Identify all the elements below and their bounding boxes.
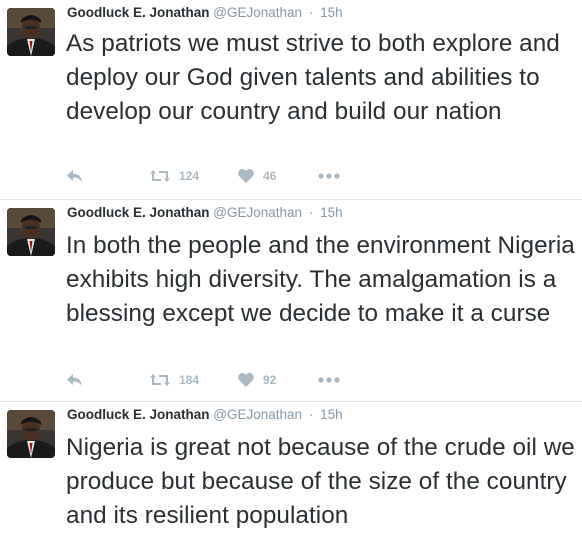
more-button[interactable] [318, 370, 340, 390]
retweet-count: 124 [179, 169, 200, 183]
tweet-feed: Goodluck E. Jonathan @GEJonathan · 15h A… [0, 0, 582, 536]
tweet-text: As patriots we must strive to both explo… [66, 30, 560, 125]
author-name[interactable]: Goodluck E. Jonathan [67, 205, 210, 220]
timestamp[interactable]: 15h [320, 205, 343, 220]
more-button[interactable] [318, 166, 340, 186]
like-count: 46 [263, 169, 277, 183]
retweet-button[interactable]: 184 [150, 370, 199, 390]
author-handle[interactable]: @GEJonathan [213, 5, 302, 20]
tweet[interactable]: Goodluck E. Jonathan @GEJonathan · 15h A… [0, 0, 582, 200]
like-button[interactable]: 92 [238, 370, 276, 390]
timestamp[interactable]: 15h [320, 5, 343, 20]
like-count: 92 [263, 373, 277, 387]
more-icon [318, 377, 340, 383]
separator: · [308, 205, 314, 220]
avatar[interactable] [7, 410, 55, 458]
tweet-actions: 124 46 [66, 166, 366, 186]
author-handle[interactable]: @GEJonathan [213, 407, 302, 422]
reply-icon [67, 170, 82, 182]
tweet-actions: 184 92 [66, 370, 366, 390]
retweet-icon [150, 170, 170, 182]
tweet-header: Goodluck E. Jonathan @GEJonathan · 15h [67, 204, 343, 222]
avatar[interactable] [7, 8, 55, 56]
reply-button[interactable] [66, 370, 84, 390]
like-button[interactable]: 46 [238, 166, 276, 186]
tweet-text: In both the people and the environment N… [66, 232, 575, 327]
tweet-header: Goodluck E. Jonathan @GEJonathan · 15h [67, 406, 343, 424]
more-icon [318, 173, 340, 179]
reply-icon [67, 374, 82, 386]
retweet-count: 184 [179, 373, 200, 387]
separator: · [308, 407, 314, 422]
retweet-icon [150, 374, 170, 386]
tweet[interactable]: Goodluck E. Jonathan @GEJonathan · 15h I… [0, 200, 582, 402]
author-name[interactable]: Goodluck E. Jonathan [67, 5, 210, 20]
tweet[interactable]: Goodluck E. Jonathan @GEJonathan · 15h N… [0, 402, 582, 536]
tweet-header: Goodluck E. Jonathan @GEJonathan · 15h [67, 4, 343, 22]
avatar[interactable] [7, 208, 55, 256]
author-name[interactable]: Goodluck E. Jonathan [67, 407, 210, 422]
heart-icon [238, 169, 254, 183]
retweet-button[interactable]: 124 [150, 166, 199, 186]
separator: · [308, 5, 314, 20]
tweet-text: Nigeria is great not because of the crud… [66, 434, 575, 529]
reply-button[interactable] [66, 166, 84, 186]
author-handle[interactable]: @GEJonathan [213, 205, 302, 220]
timestamp[interactable]: 15h [320, 407, 343, 422]
heart-icon [238, 373, 254, 387]
